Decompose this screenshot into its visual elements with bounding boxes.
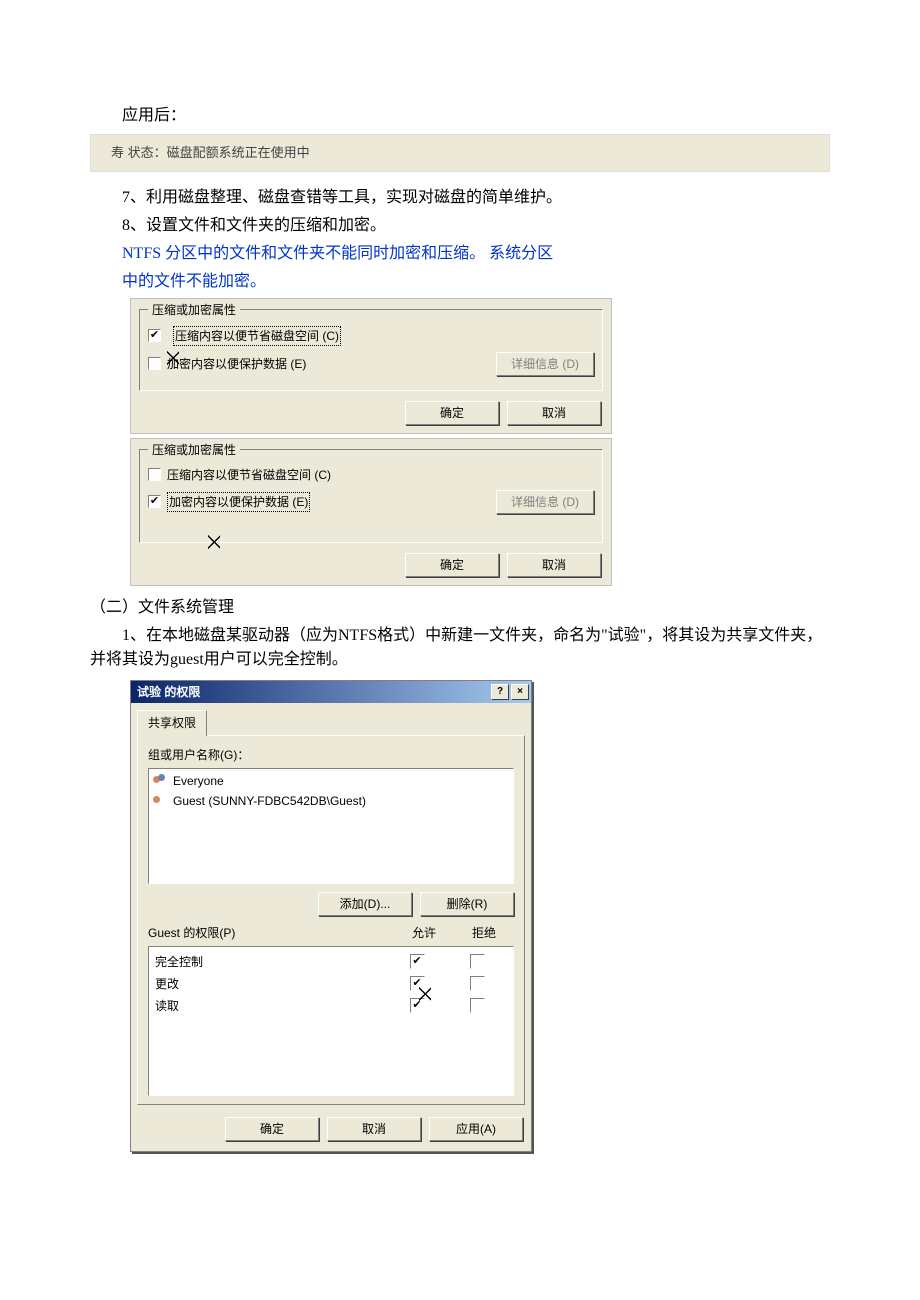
perm-name: 读取 xyxy=(155,997,387,1015)
perm-name: 更改 xyxy=(155,975,387,993)
compress-encrypt-panel-2: 压缩或加密属性 压缩内容以便节省磁盘空间 (C) ✔ 加密内容以便保护数据 (E… xyxy=(130,438,612,586)
item-8: 8、设置文件和文件夹的压缩和加密。 xyxy=(90,214,830,238)
permissions-dialog: 试验 的权限 ? × 共享权限 组或用户名称(G)： Everyone Gues… xyxy=(130,680,532,1152)
perm-row: 读取 ✔ xyxy=(155,995,507,1017)
group-user-label: 组或用户名称(G)： xyxy=(148,746,514,764)
col-deny-header: 拒绝 xyxy=(454,924,514,942)
tab-share-permissions[interactable]: 共享权限 xyxy=(137,710,207,736)
tab-strip: 共享权限 xyxy=(131,703,531,735)
compress-label-2[interactable]: 压缩内容以便节省磁盘空间 (C) xyxy=(167,466,331,484)
titlebar[interactable]: 试验 的权限 ? × xyxy=(131,681,531,703)
deny-checkbox[interactable] xyxy=(470,998,485,1013)
compress-encrypt-panel-1: 压缩或加密属性 ✔ 压缩内容以便节省磁盘空间 (C) 加密内容以便保护数据 (E… xyxy=(130,298,612,434)
details-button-2[interactable]: 详细信息 (D) xyxy=(496,490,594,514)
ntfs-note-line2: 中的文件不能加密。 xyxy=(90,270,830,294)
close-button[interactable]: × xyxy=(511,684,529,700)
perm-row: 更改 ✔ xyxy=(155,973,507,995)
user-name[interactable]: Everyone xyxy=(173,772,224,790)
tab-pane: 组或用户名称(G)： Everyone Guest (SUNNY-FDBC542… xyxy=(137,735,525,1105)
encrypt-checkbox-2[interactable]: ✔ xyxy=(148,495,161,508)
cancel-button-1[interactable]: 取消 xyxy=(507,401,601,425)
compress-checkbox-1[interactable]: ✔ xyxy=(148,329,161,342)
fieldset-1: 压缩或加密属性 ✔ 压缩内容以便节省磁盘空间 (C) 加密内容以便保护数据 (E… xyxy=(139,309,603,391)
cancel-button[interactable]: 取消 xyxy=(327,1117,421,1141)
deny-checkbox[interactable] xyxy=(470,954,485,969)
apply-button[interactable]: 应用(A) xyxy=(429,1117,523,1141)
ok-button[interactable]: 确定 xyxy=(225,1117,319,1141)
user-listbox[interactable]: Everyone Guest (SUNNY-FDBC542DB\Guest) xyxy=(148,768,514,884)
list-item: Everyone xyxy=(151,771,511,791)
group-icon xyxy=(153,774,169,788)
compress-label-1[interactable]: 压缩内容以便节省磁盘空间 (C) xyxy=(173,326,341,346)
ntfs-note-line1: NTFS 分区中的文件和文件夹不能同时加密和压缩。 系统分区 xyxy=(90,242,830,266)
list-item: Guest (SUNNY-FDBC542DB\Guest) xyxy=(151,791,511,811)
remove-button[interactable]: 删除(R) xyxy=(420,892,514,916)
compress-checkbox-2[interactable] xyxy=(148,468,161,481)
section-2-item-1: 1、在本地磁盘某驱动器（应为NTFS格式）中新建一文件夹，命名为"试验"，将其设… xyxy=(90,624,830,672)
deny-checkbox[interactable] xyxy=(470,976,485,991)
col-allow-header: 允许 xyxy=(394,924,454,942)
ok-button-1[interactable]: 确定 xyxy=(405,401,499,425)
perm-name: 完全控制 xyxy=(155,953,387,971)
cancel-button-2[interactable]: 取消 xyxy=(507,553,601,577)
encrypt-checkbox-1[interactable] xyxy=(148,357,161,370)
item-7: 7、利用磁盘整理、磁盘查错等工具，实现对磁盘的简单维护。 xyxy=(90,186,830,210)
allow-checkbox[interactable]: ✔ xyxy=(410,954,425,969)
help-button[interactable]: ? xyxy=(491,684,509,700)
legend-2: 压缩或加密属性 xyxy=(148,441,240,459)
encrypt-label-2[interactable]: 加密内容以便保护数据 (E) xyxy=(167,492,310,512)
label-after-apply: 应用后： xyxy=(90,104,830,128)
section-2-title: （二）文件系统管理 xyxy=(90,596,830,620)
add-button[interactable]: 添加(D)... xyxy=(318,892,412,916)
user-icon xyxy=(153,794,169,808)
details-button-1[interactable]: 详细信息 (D) xyxy=(496,352,594,376)
user-name[interactable]: Guest (SUNNY-FDBC542DB\Guest) xyxy=(173,792,366,810)
legend-1: 压缩或加密属性 xyxy=(148,301,240,319)
ok-button-2[interactable]: 确定 xyxy=(405,553,499,577)
permissions-for-label: Guest 的权限(P) xyxy=(148,924,394,942)
permissions-listbox: 完全控制 ✔ 更改 ✔ 读取 ✔ xyxy=(148,946,514,1096)
dialog-title: 试验 的权限 xyxy=(137,683,200,701)
fieldset-2: 压缩或加密属性 压缩内容以便节省磁盘空间 (C) ✔ 加密内容以便保护数据 (E… xyxy=(139,449,603,543)
perm-row: 完全控制 ✔ xyxy=(155,951,507,973)
quota-status-bar: 寿 状态：磁盘配额系统正在使用中 xyxy=(90,134,830,172)
page-body: 应用后： 寿 状态：磁盘配额系统正在使用中 7、利用磁盘整理、磁盘查错等工具，实… xyxy=(0,0,920,1192)
encrypt-label-1[interactable]: 加密内容以便保护数据 (E) xyxy=(167,355,306,373)
